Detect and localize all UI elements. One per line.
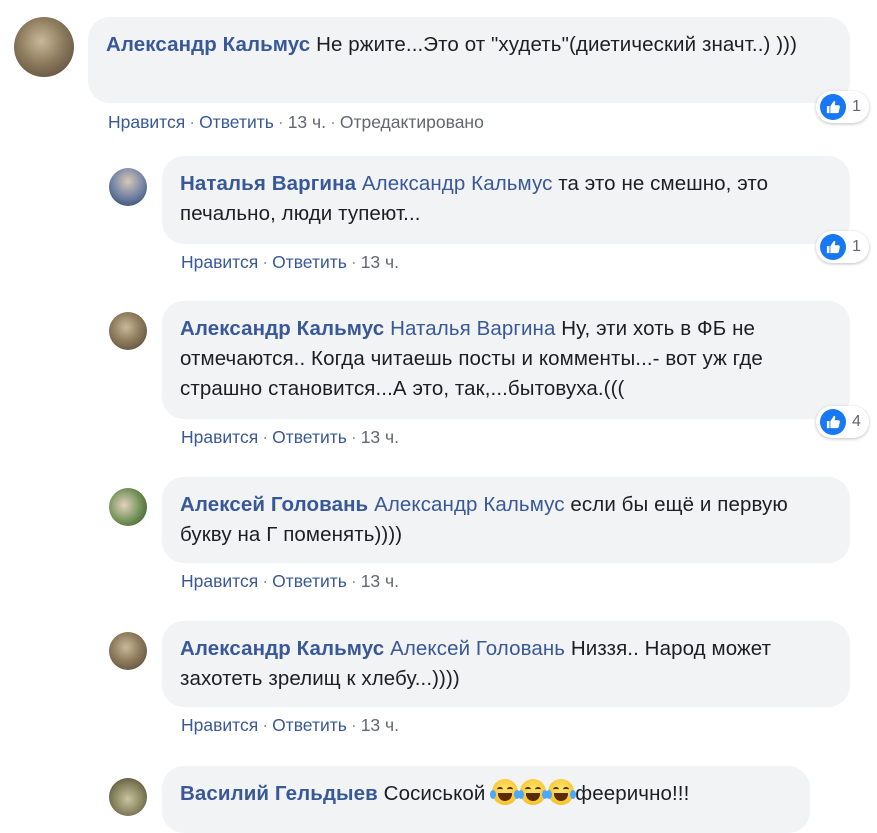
edited-label: Отредактировано <box>339 112 484 132</box>
reaction-count[interactable]: 1 <box>816 231 869 263</box>
comment-mention[interactable]: Алексей Головань <box>390 637 565 660</box>
comment-mention[interactable]: Наталья Варгина <box>390 317 555 340</box>
avatar[interactable] <box>14 17 74 77</box>
comment-text: Не ржите...Это от "худеть"(диетический з… <box>316 33 798 56</box>
comment-text: Сосиськой <box>383 782 486 805</box>
comment-author[interactable]: Василий Гельдыев <box>180 782 378 805</box>
reaction-number: 1 <box>852 238 861 255</box>
reply-link[interactable]: Ответить <box>272 427 347 447</box>
comment-author[interactable]: Александр Кальмус <box>106 33 310 56</box>
avatar[interactable] <box>109 632 147 670</box>
comment-actions: Нравится · Ответить · 13 ч. <box>181 427 400 447</box>
comment-actions: Нравится · Ответить · 13 ч. <box>181 715 400 735</box>
reply-link[interactable]: Ответить <box>272 715 347 735</box>
reply-link[interactable]: Ответить <box>272 252 347 272</box>
avatar[interactable] <box>109 778 147 816</box>
face-with-tears-of-joy-icon <box>546 779 577 805</box>
comment-bubble: Александр Кальмус Наталья Варгина Ну, эт… <box>162 301 850 419</box>
like-link[interactable]: Нравится <box>108 112 185 132</box>
comment-time[interactable]: 13 ч. <box>361 571 399 591</box>
like-thumb-icon <box>820 234 846 260</box>
reaction-number: 1 <box>852 98 861 115</box>
comment-author[interactable]: Наталья Варгина <box>180 172 356 195</box>
face-with-tears-of-joy-icon <box>490 779 521 805</box>
comment-time[interactable]: 13 ч. <box>361 715 399 735</box>
like-thumb-icon <box>820 409 846 435</box>
like-thumb-icon <box>820 94 846 120</box>
reply-link[interactable]: Ответить <box>272 571 347 591</box>
like-link[interactable]: Нравится <box>181 571 258 591</box>
comment-time[interactable]: 13 ч. <box>288 112 326 132</box>
avatar[interactable] <box>109 168 147 206</box>
comment-mention[interactable]: Александр Кальмус <box>362 172 553 195</box>
like-link[interactable]: Нравится <box>181 252 258 272</box>
reply-link[interactable]: Ответить <box>199 112 274 132</box>
comment-actions: Нравится · Ответить · 13 ч. <box>181 252 400 272</box>
comment-bubble: Александр Кальмус Алексей Головань Низзя… <box>162 621 850 707</box>
reaction-count[interactable]: 4 <box>816 406 869 438</box>
comment-bubble: Александр Кальмус Не ржите...Это от "худ… <box>88 17 850 103</box>
reaction-number: 4 <box>852 413 861 430</box>
avatar[interactable] <box>109 488 147 526</box>
comment-bubble: Василий Гельдыев Сосиськой феерично!!! <box>162 766 810 833</box>
comment-text-after: феерично!!! <box>575 782 690 805</box>
comment-actions: Нравится · Ответить · 13 ч. <box>181 571 400 591</box>
comment-bubble: Алексей Головань Александр Кальмус если … <box>162 477 850 563</box>
comment-mention[interactable]: Александр Кальмус <box>374 493 565 516</box>
comment-author[interactable]: Алексей Головань <box>180 493 368 516</box>
comment-actions: Нравится · Ответить · 13 ч. · Отредактировано <box>108 112 484 132</box>
comment-bubble: Наталья Варгина Александр Кальмус та это… <box>162 156 850 244</box>
comment-author[interactable]: Александр Кальмус <box>180 637 384 660</box>
comment-author[interactable]: Александр Кальмус <box>180 317 384 340</box>
face-with-tears-of-joy-icon <box>518 779 549 805</box>
reaction-count[interactable]: 1 <box>816 91 869 123</box>
like-link[interactable]: Нравится <box>181 427 258 447</box>
avatar[interactable] <box>109 312 147 350</box>
like-link[interactable]: Нравится <box>181 715 258 735</box>
comment-time[interactable]: 13 ч. <box>361 427 399 447</box>
comment-time[interactable]: 13 ч. <box>361 252 399 272</box>
